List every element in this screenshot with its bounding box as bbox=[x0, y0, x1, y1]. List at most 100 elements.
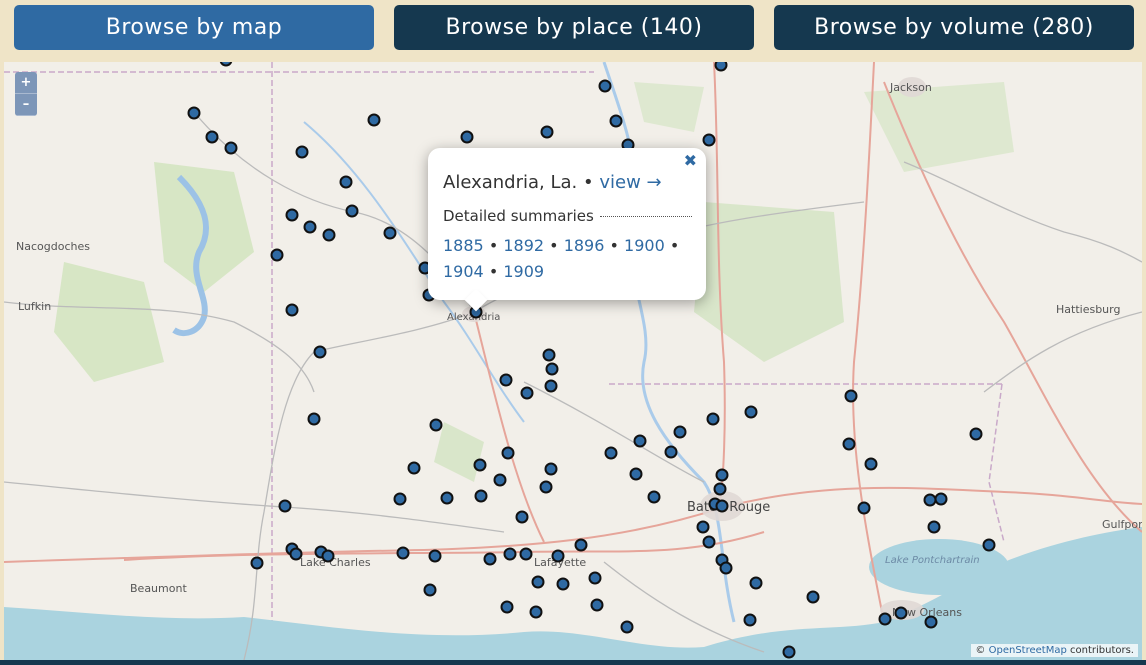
place-marker[interactable] bbox=[743, 613, 757, 627]
place-marker[interactable] bbox=[719, 561, 733, 575]
year-link-1885[interactable]: 1885 bbox=[443, 236, 484, 255]
place-marker[interactable] bbox=[307, 412, 321, 426]
place-marker[interactable] bbox=[598, 79, 612, 93]
place-marker[interactable] bbox=[295, 145, 309, 159]
place-marker[interactable] bbox=[806, 590, 820, 604]
year-link-1904[interactable]: 1904 bbox=[443, 262, 484, 281]
place-marker[interactable] bbox=[894, 606, 908, 620]
place-marker[interactable] bbox=[544, 379, 558, 393]
place-marker[interactable] bbox=[460, 130, 474, 144]
place-marker[interactable] bbox=[339, 175, 353, 189]
place-marker[interactable] bbox=[499, 373, 513, 387]
place-marker[interactable] bbox=[574, 538, 588, 552]
place-marker[interactable] bbox=[551, 549, 565, 563]
place-marker[interactable] bbox=[749, 576, 763, 590]
place-marker[interactable] bbox=[187, 106, 201, 120]
popup-year-links: 1885 • 1892 • 1896 • 1900 • 1904 • 1909 bbox=[443, 233, 692, 285]
place-marker[interactable] bbox=[529, 605, 543, 619]
place-marker[interactable] bbox=[864, 457, 878, 471]
zoom-in-button[interactable]: + bbox=[15, 72, 37, 94]
place-marker[interactable] bbox=[428, 549, 442, 563]
place-marker[interactable] bbox=[542, 348, 556, 362]
place-marker[interactable] bbox=[313, 345, 327, 359]
place-marker[interactable] bbox=[396, 546, 410, 560]
place-marker[interactable] bbox=[715, 499, 729, 513]
place-marker[interactable] bbox=[322, 228, 336, 242]
place-marker[interactable] bbox=[647, 490, 661, 504]
place-marker[interactable] bbox=[702, 535, 716, 549]
place-marker[interactable] bbox=[501, 446, 515, 460]
place-marker[interactable] bbox=[969, 427, 983, 441]
place-marker[interactable] bbox=[285, 208, 299, 222]
place-marker[interactable] bbox=[706, 412, 720, 426]
place-marker[interactable] bbox=[673, 425, 687, 439]
place-marker[interactable] bbox=[857, 501, 871, 515]
year-link-1892[interactable]: 1892 bbox=[503, 236, 544, 255]
place-marker[interactable] bbox=[782, 645, 796, 659]
place-marker[interactable] bbox=[493, 473, 507, 487]
place-marker[interactable] bbox=[629, 467, 643, 481]
place-marker[interactable] bbox=[321, 549, 335, 563]
place-marker[interactable] bbox=[545, 362, 559, 376]
place-marker[interactable] bbox=[878, 612, 892, 626]
place-marker[interactable] bbox=[604, 446, 618, 460]
close-icon[interactable]: ✖ bbox=[684, 151, 697, 170]
place-marker[interactable] bbox=[515, 510, 529, 524]
place-marker[interactable] bbox=[520, 386, 534, 400]
place-marker[interactable] bbox=[289, 547, 303, 561]
place-marker[interactable] bbox=[303, 220, 317, 234]
place-marker[interactable] bbox=[407, 461, 421, 475]
place-marker[interactable] bbox=[539, 480, 553, 494]
place-marker[interactable] bbox=[744, 405, 758, 419]
zoom-out-button[interactable]: – bbox=[15, 94, 37, 116]
place-marker[interactable] bbox=[620, 620, 634, 634]
place-marker[interactable] bbox=[924, 615, 938, 629]
tab-browse-by-map[interactable]: Browse by map bbox=[14, 5, 374, 50]
place-marker[interactable] bbox=[544, 462, 558, 476]
place-marker[interactable] bbox=[934, 492, 948, 506]
place-marker[interactable] bbox=[590, 598, 604, 612]
place-marker[interactable] bbox=[278, 499, 292, 513]
year-link-1896[interactable]: 1896 bbox=[564, 236, 605, 255]
place-marker[interactable] bbox=[609, 114, 623, 128]
place-marker[interactable] bbox=[927, 520, 941, 534]
place-marker[interactable] bbox=[250, 556, 264, 570]
tab-browse-by-volume[interactable]: Browse by volume (280) bbox=[774, 5, 1134, 50]
place-marker[interactable] bbox=[842, 437, 856, 451]
place-marker[interactable] bbox=[393, 492, 407, 506]
place-marker[interactable] bbox=[270, 248, 284, 262]
place-marker[interactable] bbox=[285, 303, 299, 317]
place-marker[interactable] bbox=[982, 538, 996, 552]
year-link-1909[interactable]: 1909 bbox=[503, 262, 544, 281]
place-marker[interactable] bbox=[224, 141, 238, 155]
place-marker[interactable] bbox=[588, 571, 602, 585]
place-marker[interactable] bbox=[500, 600, 514, 614]
place-marker[interactable] bbox=[474, 489, 488, 503]
place-marker[interactable] bbox=[345, 204, 359, 218]
place-marker[interactable] bbox=[473, 458, 487, 472]
place-marker[interactable] bbox=[429, 418, 443, 432]
place-marker[interactable] bbox=[540, 125, 554, 139]
map-view[interactable]: Jackson Nacogdoches Lufkin Alexandria Ha… bbox=[4, 62, 1142, 660]
place-marker[interactable] bbox=[844, 389, 858, 403]
place-marker[interactable] bbox=[383, 226, 397, 240]
place-marker[interactable] bbox=[556, 577, 570, 591]
place-marker[interactable] bbox=[519, 547, 533, 561]
place-marker[interactable] bbox=[696, 520, 710, 534]
place-marker[interactable] bbox=[702, 133, 716, 147]
place-marker[interactable] bbox=[633, 434, 647, 448]
place-marker[interactable] bbox=[664, 445, 678, 459]
place-marker[interactable] bbox=[713, 482, 727, 496]
place-marker[interactable] bbox=[423, 583, 437, 597]
place-marker[interactable] bbox=[503, 547, 517, 561]
year-link-1900[interactable]: 1900 bbox=[624, 236, 665, 255]
openstreetmap-link[interactable]: OpenStreetMap bbox=[989, 645, 1067, 656]
place-marker[interactable] bbox=[715, 468, 729, 482]
place-marker[interactable] bbox=[440, 491, 454, 505]
tab-browse-by-place[interactable]: Browse by place (140) bbox=[394, 5, 754, 50]
place-marker[interactable] bbox=[367, 113, 381, 127]
place-marker[interactable] bbox=[531, 575, 545, 589]
place-marker[interactable] bbox=[483, 552, 497, 566]
place-marker[interactable] bbox=[205, 130, 219, 144]
view-link[interactable]: view → bbox=[599, 172, 661, 193]
